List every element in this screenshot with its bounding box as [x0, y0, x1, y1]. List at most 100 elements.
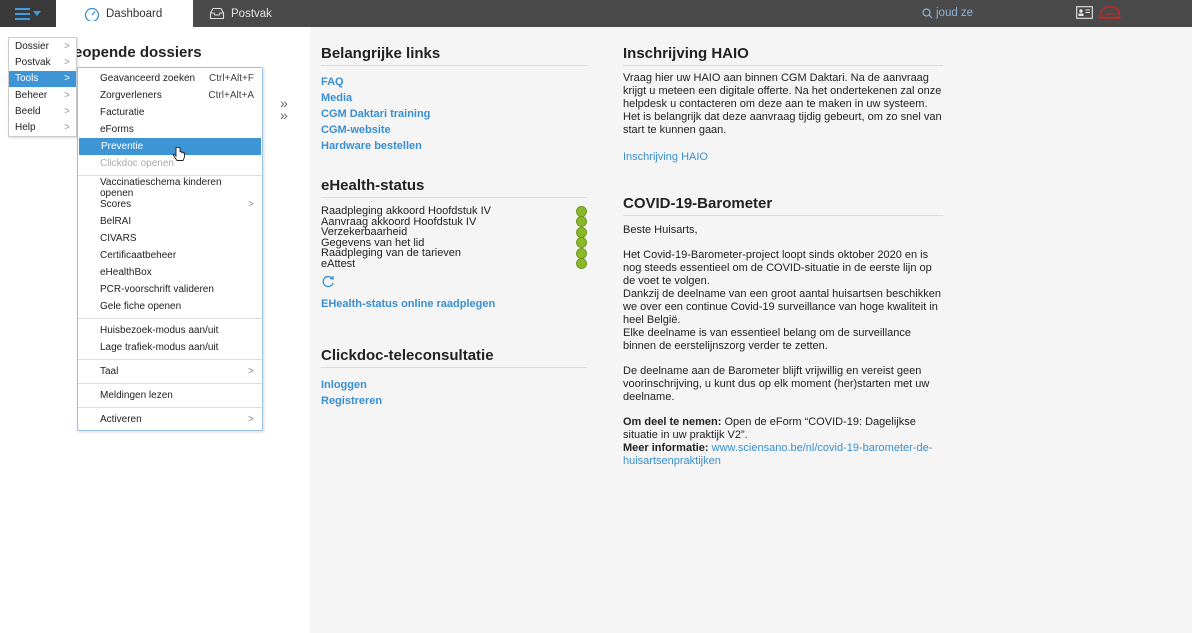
ehealth-row: Raadpleging van de tarieven: [321, 247, 587, 259]
tools-item-zorgverleners[interactable]: Zorgverleners Ctrl+Alt+A: [78, 87, 262, 104]
tools-item-taal[interactable]: Taal >: [78, 363, 262, 380]
tools-item-gele-fiche[interactable]: Gele fiche openen: [78, 298, 262, 315]
ehealth-row: eAttest: [321, 258, 587, 270]
status-ok-icon: [576, 258, 587, 270]
menu-item-beeld[interactable]: Beeld >: [9, 103, 76, 119]
tools-item-belrai[interactable]: BelRAI: [78, 213, 262, 230]
chevron-right-icon: >: [64, 56, 70, 68]
menu-separator: [78, 359, 262, 360]
link-media[interactable]: Media: [321, 90, 587, 106]
menu-item-help[interactable]: Help >: [9, 119, 76, 135]
covid-greeting: Beste Huisarts,: [623, 224, 698, 236]
ehealth-status-section: eHealth-status Raadpleging akkoord Hoofd…: [321, 177, 587, 312]
tools-item-scores[interactable]: Scores >: [78, 196, 262, 213]
id-card-icon[interactable]: [1076, 6, 1093, 19]
tools-item-advanced-search[interactable]: Geavanceerd zoeken Ctrl+Alt+F: [78, 70, 262, 87]
inbox-icon: [209, 7, 225, 20]
tools-item-label: PCR-voorschrift valideren: [100, 284, 214, 295]
clickdoc-login-link[interactable]: Inloggen: [321, 377, 587, 393]
clickdoc-section: Clickdoc-teleconsultatie Inloggen Regist…: [321, 347, 587, 409]
tools-submenu: Geavanceerd zoeken Ctrl+Alt+F Zorgverlene…: [77, 67, 263, 431]
menu-item-postvak[interactable]: Postvak >: [9, 54, 76, 70]
covid-paragraph: Het Covid-19-Barometer-project loopt sin…: [623, 249, 932, 287]
menu-item-label: Help: [15, 122, 36, 134]
covid-paragraph: Elke deelname is van essentieel belang o…: [623, 327, 912, 352]
tools-item-huisbezoek-modus[interactable]: Huisbezoek-modus aan/uit: [78, 322, 262, 339]
tools-item-vaccinatieschema[interactable]: Vaccinatieschema kinderen openen: [78, 177, 262, 199]
main-menu: Dossier > Postvak > Tools > Beheer > Beeld > …: [8, 37, 77, 137]
status-ok-icon: [576, 216, 587, 228]
tools-item-certificaatbeheer[interactable]: Certificaatbeheer: [78, 247, 262, 264]
covid-how-label: Om deel te nemen:: [623, 416, 722, 428]
menu-separator: [78, 383, 262, 384]
haio-text: Vraag hier uw HAIO aan binnen CGM Daktar…: [623, 72, 942, 136]
main-menu-button[interactable]: [0, 0, 56, 27]
ehealth-status-title: eHealth-status: [321, 177, 587, 198]
covid-title: COVID-19-Barometer: [623, 195, 943, 216]
link-cgm-training[interactable]: CGM Daktari training: [321, 106, 587, 122]
covid-more-info: Meer informatie: www.sciensano.be/nl/cov…: [623, 442, 943, 468]
tools-item-label: Scores: [100, 199, 132, 210]
haio-link[interactable]: Inschrijving HAIO: [623, 151, 708, 163]
tools-item-eforms[interactable]: eForms: [78, 121, 262, 138]
tools-item-label: Certificaatbeheer: [100, 250, 177, 261]
link-faq[interactable]: FAQ: [321, 74, 587, 90]
status-ok-icon: [576, 205, 587, 217]
tools-item-clickdoc-openen: Clickdoc openen: [78, 155, 262, 172]
tools-item-label: Clickdoc openen: [100, 158, 174, 169]
tools-item-label: Zorgverleners: [100, 90, 162, 101]
tab-dashboard[interactable]: Dashboard: [56, 0, 193, 27]
chevron-right-icon: >: [248, 414, 254, 425]
chevron-right-icon: >: [64, 89, 70, 101]
important-links-section: Belangrijke links FAQ Media CGM Daktari …: [321, 45, 587, 154]
chevron-double-right-icon[interactable]: »»: [280, 96, 288, 122]
tools-item-pcr-valideren[interactable]: PCR-voorschrift valideren: [78, 281, 262, 298]
tools-item-lage-trafiek-modus[interactable]: Lage trafiek-modus aan/uit: [78, 339, 262, 356]
hamburger-icon: [15, 7, 30, 20]
covid-paragraph: De deelname aan de Barometer blijft vrij…: [623, 365, 930, 403]
menu-separator: [78, 407, 262, 408]
shortcut-label: Ctrl+Alt+A: [208, 90, 254, 101]
tools-item-label: Meldingen lezen: [100, 390, 173, 401]
search-icon: [922, 7, 933, 18]
refresh-icon[interactable]: [321, 275, 335, 289]
status-ok-icon: [576, 226, 587, 238]
chevron-right-icon: >: [64, 105, 70, 117]
menu-item-label: Dossier: [15, 40, 49, 52]
tools-item-label: eHealthBox: [100, 267, 152, 278]
menu-item-label: Beheer: [15, 89, 48, 101]
clickdoc-register-link[interactable]: Registreren: [321, 393, 587, 409]
tab-dashboard-label: Dashboard: [106, 7, 163, 20]
covid-how-to: Om deel te nemen: Open de eForm “COVID-1…: [623, 416, 943, 442]
tools-item-facturatie[interactable]: Facturatie: [78, 104, 262, 121]
open-dossiers-title: eopende dossiers: [74, 44, 202, 61]
card-reader-icon[interactable]: [1098, 5, 1122, 21]
tab-postvak[interactable]: Postvak: [193, 0, 310, 27]
chevron-right-icon: >: [248, 199, 254, 210]
ehealth-online-link[interactable]: EHealth-status online raadplegen: [321, 296, 587, 312]
haio-title: Inschrijving HAIO: [623, 45, 943, 66]
tools-item-label: Facturatie: [100, 107, 145, 118]
link-hardware[interactable]: Hardware bestellen: [321, 138, 587, 154]
menu-item-label: Beeld: [15, 105, 41, 117]
menu-item-beheer[interactable]: Beheer >: [9, 87, 76, 103]
dashboard-gauge-icon: [84, 7, 100, 21]
status-ok-icon: [576, 247, 587, 259]
tools-item-civars[interactable]: CIVARS: [78, 230, 262, 247]
tools-item-activeren[interactable]: Activeren >: [78, 411, 262, 428]
menu-separator: [78, 318, 262, 319]
tools-item-label: Preventie: [101, 141, 144, 152]
menu-item-dossier[interactable]: Dossier >: [9, 38, 76, 54]
menu-item-tools[interactable]: Tools >: [9, 70, 76, 87]
tools-item-label: Huisbezoek-modus aan/uit: [100, 325, 219, 336]
chevron-right-icon: >: [64, 122, 70, 134]
clickdoc-title: Clickdoc-teleconsultatie: [321, 347, 587, 368]
search-field[interactable]: joud ze: [922, 7, 973, 19]
tools-item-label: Geavanceerd zoeken: [100, 73, 196, 84]
tools-item-ehealthbox[interactable]: eHealthBox: [78, 264, 262, 281]
chevron-right-icon: >: [64, 73, 70, 85]
menu-item-label: Postvak: [15, 56, 51, 68]
link-cgm-website[interactable]: CGM-website: [321, 122, 587, 138]
tools-item-preventie[interactable]: Preventie: [79, 138, 261, 155]
tools-item-meldingen-lezen[interactable]: Meldingen lezen: [78, 387, 262, 404]
